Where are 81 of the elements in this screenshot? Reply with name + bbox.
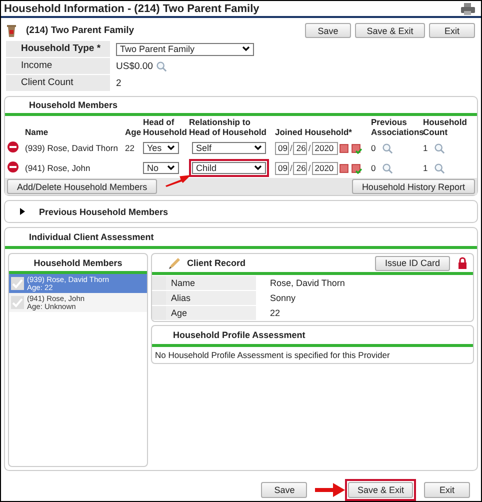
- previous-count: 0: [371, 163, 376, 173]
- record-value: 22: [269, 307, 282, 320]
- row-gutter: [152, 306, 166, 320]
- field-label: Client Count: [16, 75, 110, 91]
- relationship-select[interactable]: Child: [192, 162, 266, 174]
- checkmark-icon: [11, 296, 24, 309]
- panel-title: Client Record: [187, 258, 246, 268]
- expand-triangle-icon[interactable]: [19, 208, 25, 215]
- checkmark-icon: [11, 277, 24, 290]
- footer-button[interactable]: Save: [261, 482, 308, 498]
- footer-button[interactable]: Exit: [424, 482, 470, 498]
- row-gutter: [152, 291, 166, 305]
- date-part-field[interactable]: 09: [275, 162, 289, 174]
- record-label: Age: [166, 306, 256, 320]
- household-name: (214) Two Parent Family: [26, 25, 136, 36]
- members-action-button[interactable]: Add/Delete Household Members: [7, 179, 158, 194]
- pencil-icon: [168, 256, 181, 270]
- panel-title: Household Members: [29, 100, 118, 110]
- calendar-check-icon[interactable]: [350, 162, 362, 174]
- assessment-message: No Household Profile Assessment is specified for this Provider: [154, 349, 391, 362]
- annotation-arrow: [315, 483, 346, 497]
- date-part-field[interactable]: 2020: [312, 162, 338, 174]
- date-part-field[interactable]: 26: [293, 142, 308, 154]
- member-name: (941) Rose, John: [25, 163, 90, 173]
- dropdown-caret-icon: [167, 165, 175, 171]
- column-header: Name: [25, 127, 48, 137]
- field-label: Household Type *: [16, 41, 110, 57]
- calendar-check-icon[interactable]: [350, 142, 362, 154]
- panel-title: Individual Client Assessment: [29, 232, 154, 242]
- record-value: Rose, David Thorn: [269, 277, 346, 290]
- date-separator: /: [308, 163, 311, 173]
- header-button[interactable]: Exit: [429, 23, 475, 38]
- calendar-icon[interactable]: [338, 142, 350, 154]
- date-part-field[interactable]: 09: [275, 142, 289, 154]
- column-header: Household Count: [423, 117, 467, 137]
- column-header: Joined Household*: [275, 127, 352, 137]
- household-type-select[interactable]: Two Parent Family: [116, 42, 254, 56]
- column-header: Relationship to Head of Household: [189, 117, 266, 137]
- date-separator: /: [290, 163, 292, 173]
- trash-can-icon[interactable]: [7, 24, 16, 36]
- dropdown-caret-icon: [242, 46, 250, 52]
- member-name: (939) Rose, David Thorn: [25, 143, 118, 153]
- issue-id-card-button[interactable]: Issue ID Card: [374, 256, 450, 270]
- panel-title: Previous Household Members: [39, 206, 168, 216]
- record-value: Sonny: [269, 292, 297, 305]
- panel-title: Household Members: [34, 258, 122, 268]
- header-button[interactable]: Save: [305, 23, 351, 38]
- members-action-button[interactable]: Household History Report: [352, 179, 475, 194]
- footer-button[interactable]: Save & Exit: [348, 482, 413, 498]
- member-age: 22: [125, 143, 134, 153]
- lock-icon[interactable]: [458, 257, 467, 269]
- head-of-household-select[interactable]: No: [143, 162, 179, 174]
- window-title: Household Information - (214) Two Parent Family: [4, 2, 260, 14]
- dropdown-caret-icon: [254, 165, 262, 171]
- column-header: Age: [125, 127, 142, 137]
- date-separator: /: [308, 143, 311, 153]
- dropdown-caret-icon: [254, 145, 262, 151]
- column-header: Previous Associations: [371, 117, 424, 137]
- remove-icon[interactable]: [7, 141, 19, 153]
- field-value: 2: [116, 78, 122, 88]
- column-header: Head of Household: [143, 117, 187, 137]
- record-label: Alias: [166, 291, 256, 305]
- header-button[interactable]: Save & Exit: [355, 23, 425, 38]
- date-part-field[interactable]: 2020: [312, 142, 338, 154]
- annotation-arrow: [165, 175, 191, 187]
- printer-icon[interactable]: [461, 2, 475, 14]
- record-label: Name: [166, 276, 256, 290]
- field-label: Income: [16, 58, 110, 74]
- calendar-icon[interactable]: [338, 162, 350, 174]
- previous-count: 0: [371, 143, 376, 153]
- date-part-field[interactable]: 26: [293, 162, 308, 174]
- panel-title: Household Profile Assessment: [173, 330, 306, 340]
- dropdown-caret-icon: [167, 145, 175, 151]
- relationship-select[interactable]: Self: [192, 142, 266, 154]
- row-gutter: [152, 276, 166, 290]
- remove-icon[interactable]: [7, 161, 19, 173]
- income-value: US$0.00: [116, 60, 153, 72]
- date-separator: /: [290, 143, 292, 153]
- household-count: 1: [423, 143, 428, 153]
- household-count: 1: [423, 163, 428, 173]
- head-of-household-select[interactable]: Yes: [143, 142, 179, 154]
